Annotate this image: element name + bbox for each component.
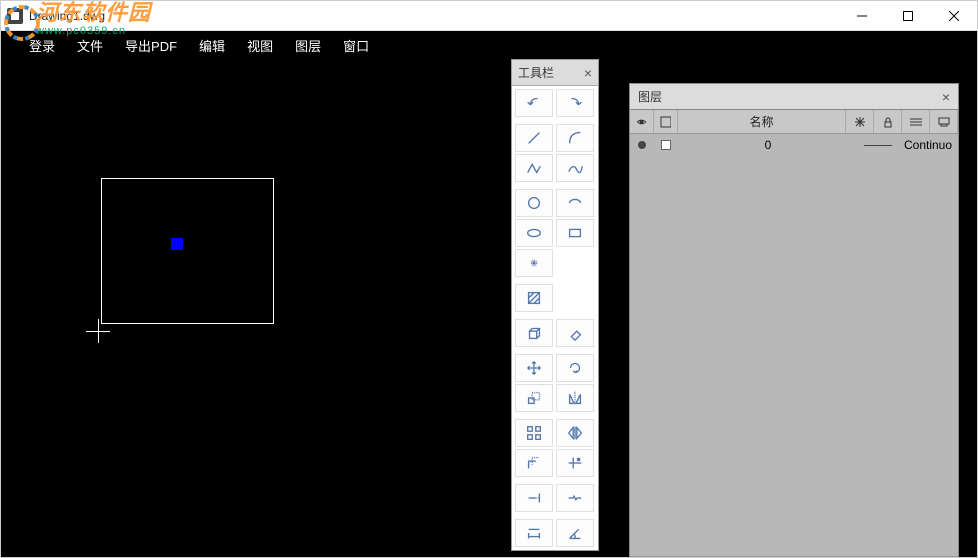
layers-close-icon[interactable]: × — [942, 89, 950, 105]
workspace[interactable]: 工具栏 × — [1, 59, 977, 557]
minimize-button[interactable] — [839, 1, 885, 31]
layer-name[interactable]: 0 — [678, 134, 858, 156]
layer-continuity: Continuo — [898, 134, 958, 156]
box3d-tool[interactable] — [515, 319, 553, 347]
toolbox-close-icon[interactable]: × — [584, 65, 592, 81]
window-title: Drawing1.dwg — [29, 9, 839, 23]
window-controls — [839, 1, 977, 31]
layer-visibility[interactable] — [630, 134, 654, 156]
hatch-tool[interactable] — [515, 284, 553, 312]
ellipse-arc-tool[interactable] — [556, 189, 594, 217]
layers-panel: 图层 × 名称 0 Continuo — [629, 83, 959, 557]
tool-grid — [512, 86, 598, 550]
selection-grip[interactable] — [171, 238, 183, 250]
eraser-tool[interactable] — [556, 319, 594, 347]
toolbox-header[interactable]: 工具栏 × — [512, 60, 598, 86]
trim-tool[interactable] — [556, 449, 594, 477]
layer-row[interactable]: 0 Continuo — [630, 134, 958, 156]
spline-tool[interactable] — [556, 154, 594, 182]
extend-tool[interactable] — [515, 484, 553, 512]
menu-layers[interactable]: 图层 — [287, 34, 329, 57]
undo-button[interactable] — [515, 89, 553, 117]
menu-login[interactable]: 登录 — [21, 34, 63, 57]
col-color[interactable] — [654, 110, 678, 133]
flip-tool[interactable] — [556, 419, 594, 447]
circle-tool[interactable] — [515, 189, 553, 217]
menu-window[interactable]: 窗口 — [335, 34, 377, 57]
menu-edit[interactable]: 编辑 — [191, 34, 233, 57]
app-window: Drawing1.dwg 登录 文件 导出PDF 编辑 视图 图层 窗口 工具栏… — [0, 0, 978, 558]
layer-linetype — [858, 134, 898, 156]
mirror-tool[interactable] — [556, 384, 594, 412]
close-button[interactable] — [931, 1, 977, 31]
layer-color[interactable] — [654, 134, 678, 156]
col-name[interactable]: 名称 — [678, 110, 846, 133]
layers-list[interactable]: 0 Continuo — [630, 134, 958, 556]
point-tool[interactable] — [515, 249, 553, 277]
layers-title: 图层 — [638, 88, 662, 105]
arc-tool[interactable] — [556, 124, 594, 152]
scale-tool[interactable] — [515, 384, 553, 412]
menu-view[interactable]: 视图 — [239, 34, 281, 57]
col-lock-icon[interactable] — [874, 110, 902, 133]
menu-export-pdf[interactable]: 导出PDF — [117, 34, 185, 57]
rotate-tool[interactable] — [556, 354, 594, 382]
crosshair-cursor — [86, 319, 110, 343]
redo-button[interactable] — [556, 89, 594, 117]
ellipse-tool[interactable] — [515, 219, 553, 247]
layers-header[interactable]: 图层 × — [630, 84, 958, 110]
rectangle-tool[interactable] — [556, 219, 594, 247]
col-freeze-icon[interactable] — [846, 110, 874, 133]
menubar: 登录 文件 导出PDF 编辑 视图 图层 窗口 — [1, 31, 977, 59]
break-tool[interactable] — [556, 484, 594, 512]
menu-file[interactable]: 文件 — [69, 34, 111, 57]
line-tool[interactable] — [515, 124, 553, 152]
array-tool[interactable] — [515, 419, 553, 447]
app-icon — [7, 8, 23, 24]
col-plot-icon[interactable] — [930, 110, 958, 133]
dim-linear-tool[interactable] — [515, 519, 553, 547]
toolbox-panel: 工具栏 × — [511, 59, 599, 551]
titlebar: Drawing1.dwg — [1, 1, 977, 31]
layers-columns: 名称 — [630, 110, 958, 134]
drawing-rectangle[interactable] — [101, 178, 274, 324]
dim-angular-tool[interactable] — [556, 519, 594, 547]
layers-hscroll[interactable]: ‹ › — [630, 556, 958, 557]
col-linetype-icon[interactable] — [902, 110, 930, 133]
offset-tool[interactable] — [515, 449, 553, 477]
maximize-button[interactable] — [885, 1, 931, 31]
polyline-tool[interactable] — [515, 154, 553, 182]
toolbox-title: 工具栏 — [518, 64, 554, 81]
col-visibility-icon[interactable] — [630, 110, 654, 133]
move-tool[interactable] — [515, 354, 553, 382]
